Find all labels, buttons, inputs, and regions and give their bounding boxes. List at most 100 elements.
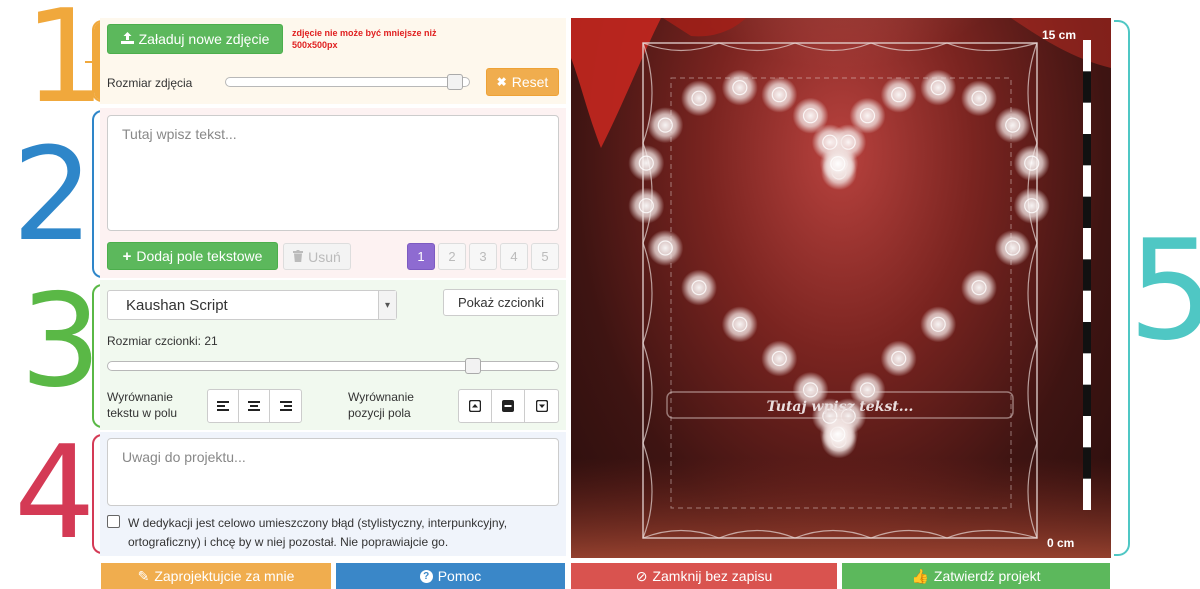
ruler-segment <box>1083 384 1091 416</box>
editor-screen: 1 2 3 4 5 Załaduj nowe zdjęcie zdjęcie n… <box>0 0 1200 589</box>
step-number-5: 5 <box>1128 210 1200 371</box>
ruler-segment <box>1083 259 1091 291</box>
help-label: Pomoc <box>437 568 482 584</box>
text-field-page-5[interactable]: 5 <box>531 243 559 270</box>
text-align-label-line-2: tekstu w polu <box>107 406 178 420</box>
position-align-label-line-1: Wyrównanie <box>348 390 414 404</box>
rose <box>628 187 665 224</box>
position-align-label: Wyrównanie pozycji pola <box>348 389 414 421</box>
font-select-value: Kaushan Script <box>126 297 228 314</box>
ruler-top-label: 15 cm <box>1042 28 1076 42</box>
rose <box>961 269 997 306</box>
rose <box>920 69 957 106</box>
photo-size-slider-handle[interactable] <box>447 74 464 90</box>
remove-text-field-button[interactable]: Usuń <box>283 243 351 270</box>
preview-artwork: Tutaj wpisz tekst... 15 cm 0 cm <box>571 18 1111 558</box>
photo-size-warning: zdjęcie nie może być mniejsze niż 500x50… <box>292 28 437 50</box>
intentional-error-label-line-1: W dedykacji jest celowo umieszczony błąd… <box>128 516 508 530</box>
font-size-label: Rozmiar czcionki: 21 <box>107 334 218 348</box>
align-right-icon <box>279 401 292 411</box>
design-for-me-label: Zaprojektujcie za mnie <box>154 568 295 584</box>
rose <box>761 76 798 113</box>
position-middle-button[interactable] <box>492 390 525 422</box>
close-without-saving-button[interactable]: ⊘ Zamknij bez zapisu <box>571 563 837 589</box>
intentional-error-checkbox[interactable] <box>107 515 120 528</box>
photo-size-label: Rozmiar zdjęcia <box>107 76 193 90</box>
text-field-page-1[interactable]: 1 <box>407 243 435 270</box>
rose <box>880 76 917 113</box>
rose <box>721 69 758 106</box>
position-align-label-line-2: pozycji pola <box>348 406 411 420</box>
edit-icon: ✎ <box>137 567 150 584</box>
position-bottom-button[interactable] <box>525 390 558 422</box>
rose <box>961 80 997 117</box>
rose <box>721 306 758 343</box>
ruler-segment <box>1083 134 1091 166</box>
rose <box>647 230 684 266</box>
dedication-text-input[interactable]: Tutaj wpisz tekst... <box>107 115 559 231</box>
thumbs-up-icon: 👍 <box>911 567 929 584</box>
caret-up-square-icon <box>469 400 481 412</box>
help-button[interactable]: ? Pomoc <box>336 563 565 589</box>
ruler-segment <box>1083 322 1091 354</box>
upload-photo-button[interactable]: Załaduj nowe zdjęcie <box>107 24 283 54</box>
font-size-slider-handle[interactable] <box>464 358 481 374</box>
align-left-button[interactable] <box>208 390 239 422</box>
project-notes-input[interactable]: Uwagi do projektu... <box>107 438 559 506</box>
align-left-icon <box>217 401 229 411</box>
add-text-field-button[interactable]: + Dodaj pole tekstowe <box>107 242 278 270</box>
align-right-button[interactable] <box>270 390 301 422</box>
ban-icon: ⊘ <box>635 567 648 584</box>
step-number-3: 3 <box>20 267 102 416</box>
text-align-label-line-1: Wyrównanie <box>107 390 173 404</box>
rose <box>681 80 717 117</box>
trash-icon <box>293 249 304 265</box>
text-field-preview: Tutaj wpisz tekst... <box>767 399 914 415</box>
question-circle-icon: ? <box>419 569 433 583</box>
font-size-slider[interactable] <box>107 361 559 371</box>
reset-button[interactable]: ✖ Reset <box>486 68 559 96</box>
photo-size-slider[interactable] <box>225 77 470 87</box>
text-align-label: Wyrównanie tekstu w polu <box>107 389 177 421</box>
rose <box>994 107 1031 144</box>
text-field-page-4[interactable]: 4 <box>500 243 528 270</box>
rose <box>920 306 957 343</box>
design-preview[interactable]: Tutaj wpisz tekst... 15 cm 0 cm <box>571 18 1111 558</box>
rose <box>994 230 1031 266</box>
ruler-segment <box>1083 447 1091 479</box>
ruler-bottom-label: 0 cm <box>1047 536 1074 550</box>
rose <box>849 97 886 134</box>
rose <box>628 145 665 182</box>
text-field-page-2[interactable]: 2 <box>438 243 466 270</box>
rose <box>681 269 717 306</box>
plus-icon: + <box>122 247 132 265</box>
add-text-field-label: Dodaj pole tekstowe <box>136 248 263 264</box>
upload-icon <box>120 31 134 47</box>
minus-square-icon <box>502 400 514 412</box>
text-field-page-3[interactable]: 3 <box>469 243 497 270</box>
intentional-error-label-line-2: ortograficzny) i chcę by w niej pozostał… <box>128 535 449 549</box>
show-fonts-button[interactable]: Pokaż czcionki <box>443 289 559 316</box>
position-top-button[interactable] <box>459 390 492 422</box>
ruler-segment <box>1083 71 1091 103</box>
design-for-me-button[interactable]: ✎ Zaprojektujcie za mnie <box>101 563 331 589</box>
reset-label: Reset <box>511 74 549 90</box>
caret-down-square-icon <box>535 400 548 412</box>
brace-step-5 <box>1114 20 1130 556</box>
close-icon: ✖ <box>496 75 507 89</box>
step-number-2: 2 <box>12 121 94 270</box>
align-center-button[interactable] <box>239 390 270 422</box>
rose <box>647 107 684 144</box>
align-center-icon <box>248 401 260 411</box>
close-without-saving-label: Zamknij bez zapisu <box>652 568 773 584</box>
approve-project-label: Zatwierdź projekt <box>933 568 1041 584</box>
intentional-error-label: W dedykacji jest celowo umieszczony błąd… <box>128 514 507 552</box>
rose <box>1013 187 1050 224</box>
text-align-group <box>207 389 302 423</box>
ruler-segment <box>1083 196 1091 228</box>
rose <box>1013 145 1050 182</box>
remove-text-field-label: Usuń <box>308 248 341 265</box>
approve-project-button[interactable]: 👍 Zatwierdź projekt <box>842 563 1110 589</box>
font-select[interactable]: Kaushan Script ▾ <box>107 290 397 320</box>
rose <box>819 145 856 182</box>
